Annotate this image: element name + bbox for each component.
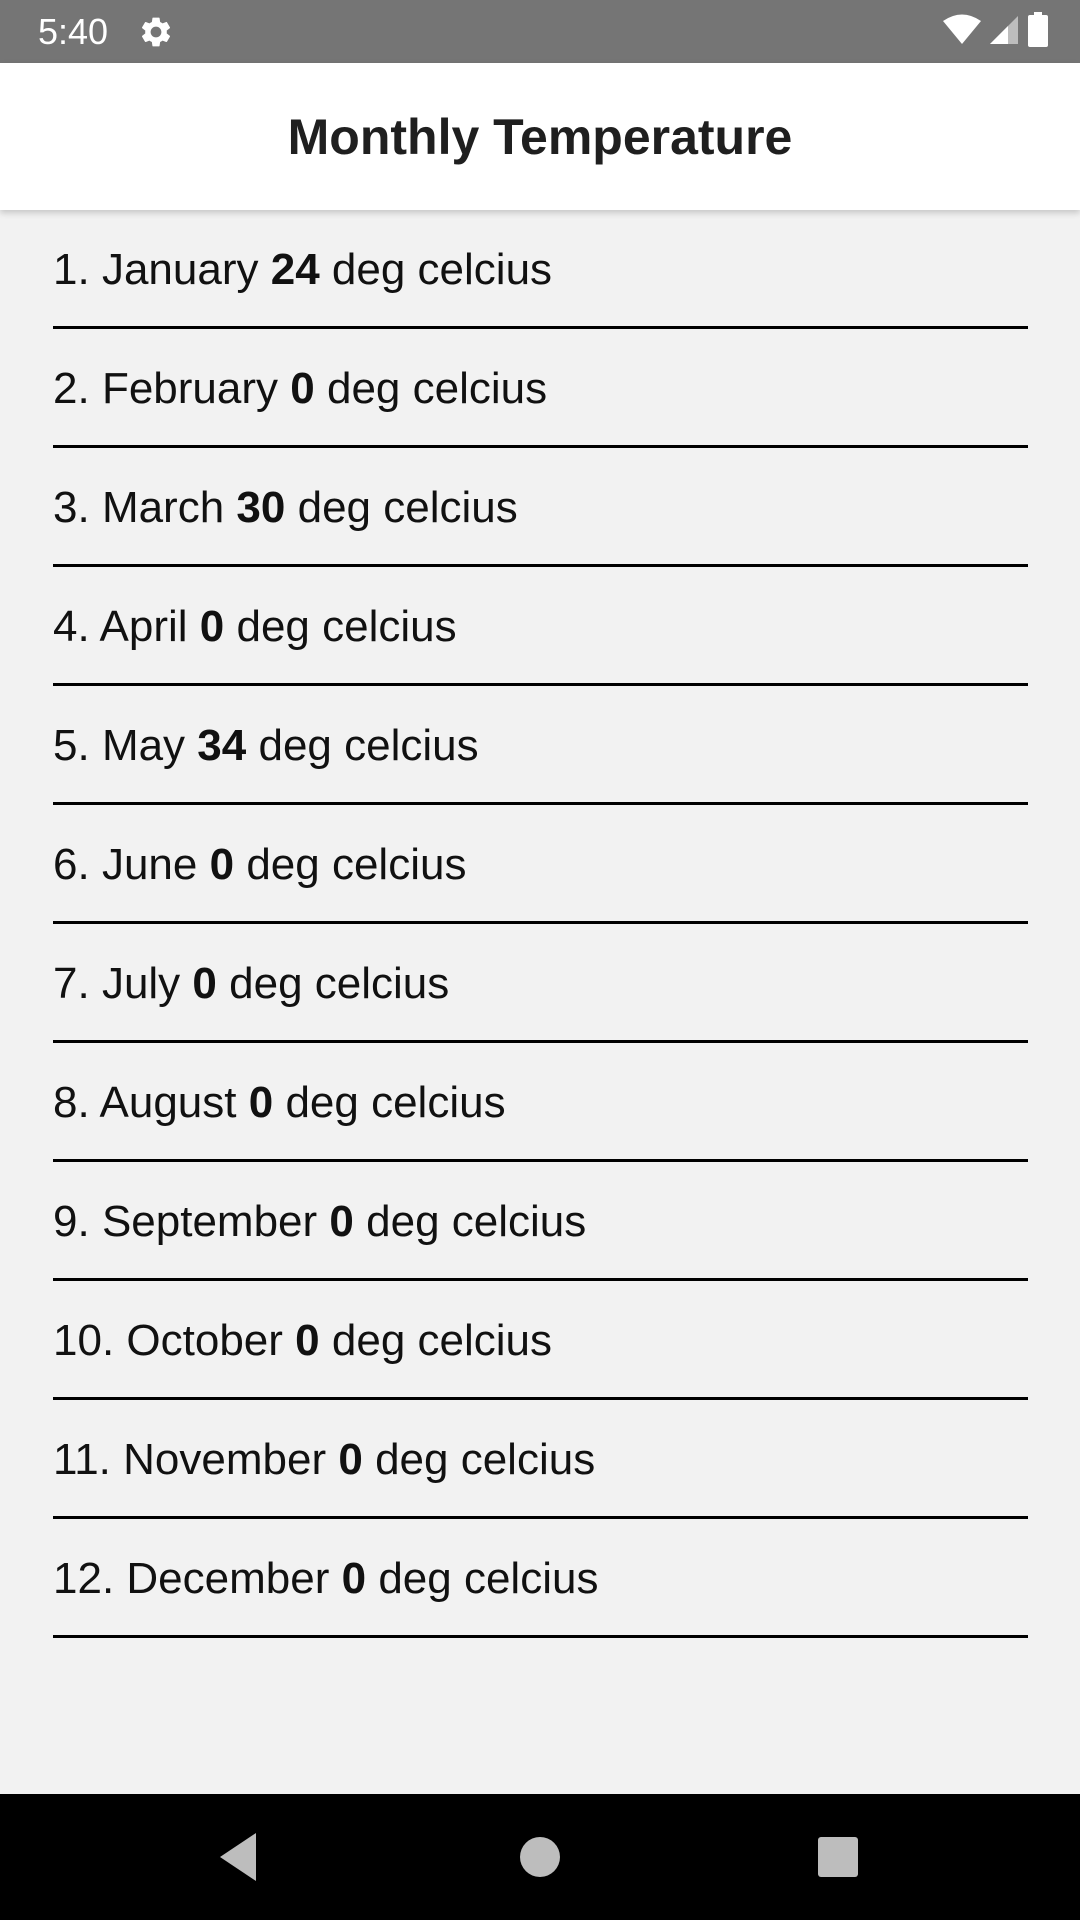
home-icon[interactable] <box>512 1829 568 1885</box>
navigation-bar <box>0 1794 1080 1920</box>
temperature-unit: deg celcius <box>285 1078 506 1127</box>
temperature-unit: deg celcius <box>326 364 548 413</box>
month-name: June <box>101 840 198 889</box>
temperature-value: 34 <box>197 721 247 770</box>
temperature-unit: deg celcius <box>366 1197 587 1246</box>
status-time: 5:40 <box>38 11 109 52</box>
month-index: 3. <box>53 483 90 532</box>
temperature-value: 0 <box>192 959 217 1008</box>
temperature-value: 24 <box>270 245 320 294</box>
month-name: March <box>101 483 225 532</box>
month-name: July <box>101 959 181 1008</box>
list-item[interactable]: 9. September 0 deg celcius <box>53 1162 1028 1281</box>
month-name: February <box>101 364 279 413</box>
list-item-text: 1. January 24 deg celcius <box>53 244 552 296</box>
month-index: 9. <box>53 1197 90 1246</box>
temperature-unit: deg celcius <box>331 245 553 294</box>
app-bar: Monthly Temperature <box>0 63 1080 210</box>
month-name: January <box>101 245 259 294</box>
temperature-value: 0 <box>209 840 235 889</box>
temperature-value: 0 <box>248 1078 274 1127</box>
list-item-text: 11. November 0 deg celcius <box>53 1434 595 1486</box>
temperature-unit: deg celcius <box>297 483 518 532</box>
month-index: 10. <box>53 1316 115 1365</box>
list-item-text: 10. October 0 deg celcius <box>53 1315 552 1367</box>
month-index: 1. <box>53 245 90 294</box>
month-index: 4. <box>53 602 90 651</box>
month-name: April <box>99 602 188 651</box>
month-name: November <box>123 1435 327 1484</box>
temperature-value: 0 <box>341 1554 367 1603</box>
list-item-text: 5. May 34 deg celcius <box>53 720 479 772</box>
list-item-text: 9. September 0 deg celcius <box>53 1196 586 1248</box>
list-item[interactable]: 5. May 34 deg celcius <box>53 686 1028 805</box>
month-index: 8. <box>53 1078 90 1127</box>
cellular-signal-icon <box>988 14 1020 51</box>
month-index: 2. <box>53 364 90 413</box>
back-icon[interactable] <box>212 1829 268 1885</box>
list-item-text: 6. June 0 deg celcius <box>53 839 466 891</box>
month-index: 5. <box>53 721 90 770</box>
list-item-text: 8. August 0 deg celcius <box>53 1077 506 1129</box>
recents-icon[interactable] <box>810 1829 866 1885</box>
page-title: Monthly Temperature <box>287 108 793 165</box>
wifi-icon <box>942 14 982 51</box>
temperature-unit: deg celcius <box>258 721 479 770</box>
month-index: 11. <box>53 1435 111 1484</box>
battery-icon <box>1026 11 1050 53</box>
list-item[interactable]: 3. March 30 deg celcius <box>53 448 1028 567</box>
list-item[interactable]: 11. November 0 deg celcius <box>53 1400 1028 1519</box>
temperature-value: 0 <box>338 1435 363 1484</box>
list-item-text: 2. February 0 deg celcius <box>53 363 547 415</box>
list-item[interactable]: 12. December 0 deg celcius <box>53 1519 1028 1638</box>
settings-icon <box>138 14 174 50</box>
temperature-unit: deg celcius <box>246 840 467 889</box>
temperature-value: 0 <box>295 1316 320 1365</box>
temperature-unit: deg celcius <box>236 602 457 651</box>
list-item[interactable]: 1. January 24 deg celcius <box>53 210 1028 329</box>
list-item[interactable]: 2. February 0 deg celcius <box>53 329 1028 448</box>
list-item[interactable]: 4. April 0 deg celcius <box>53 567 1028 686</box>
month-index: 12. <box>53 1554 115 1603</box>
list-item[interactable]: 10. October 0 deg celcius <box>53 1281 1028 1400</box>
status-icons <box>942 11 1050 53</box>
month-name: May <box>101 721 186 770</box>
list-item-text: 12. December 0 deg celcius <box>53 1553 598 1605</box>
temperature-value: 0 <box>329 1197 354 1246</box>
temperature-unit: deg celcius <box>375 1435 596 1484</box>
month-name: September <box>101 1197 318 1246</box>
month-index: 7. <box>53 959 90 1008</box>
temperature-unit: deg celcius <box>229 959 450 1008</box>
list-item[interactable]: 6. June 0 deg celcius <box>53 805 1028 924</box>
temperature-value: 30 <box>236 483 286 532</box>
month-name: October <box>126 1316 283 1365</box>
temperature-value: 0 <box>290 364 315 413</box>
temperature-value: 0 <box>199 602 225 651</box>
list-item-text: 3. March 30 deg celcius <box>53 482 518 534</box>
temperature-list: 1. January 24 deg celcius 2. February 0 d… <box>53 210 1028 1638</box>
list-item[interactable]: 7. July 0 deg celcius <box>53 924 1028 1043</box>
month-index: 6. <box>53 840 90 889</box>
list-item[interactable]: 8. August 0 deg celcius <box>53 1043 1028 1162</box>
status-bar: 5:40 <box>0 0 1080 63</box>
list-item-text: 4. April 0 deg celcius <box>53 601 457 653</box>
month-name: December <box>126 1554 330 1603</box>
month-name: August <box>99 1078 237 1127</box>
temperature-unit: deg celcius <box>331 1316 553 1365</box>
list-item-text: 7. July 0 deg celcius <box>53 958 449 1010</box>
temperature-unit: deg celcius <box>378 1554 599 1603</box>
